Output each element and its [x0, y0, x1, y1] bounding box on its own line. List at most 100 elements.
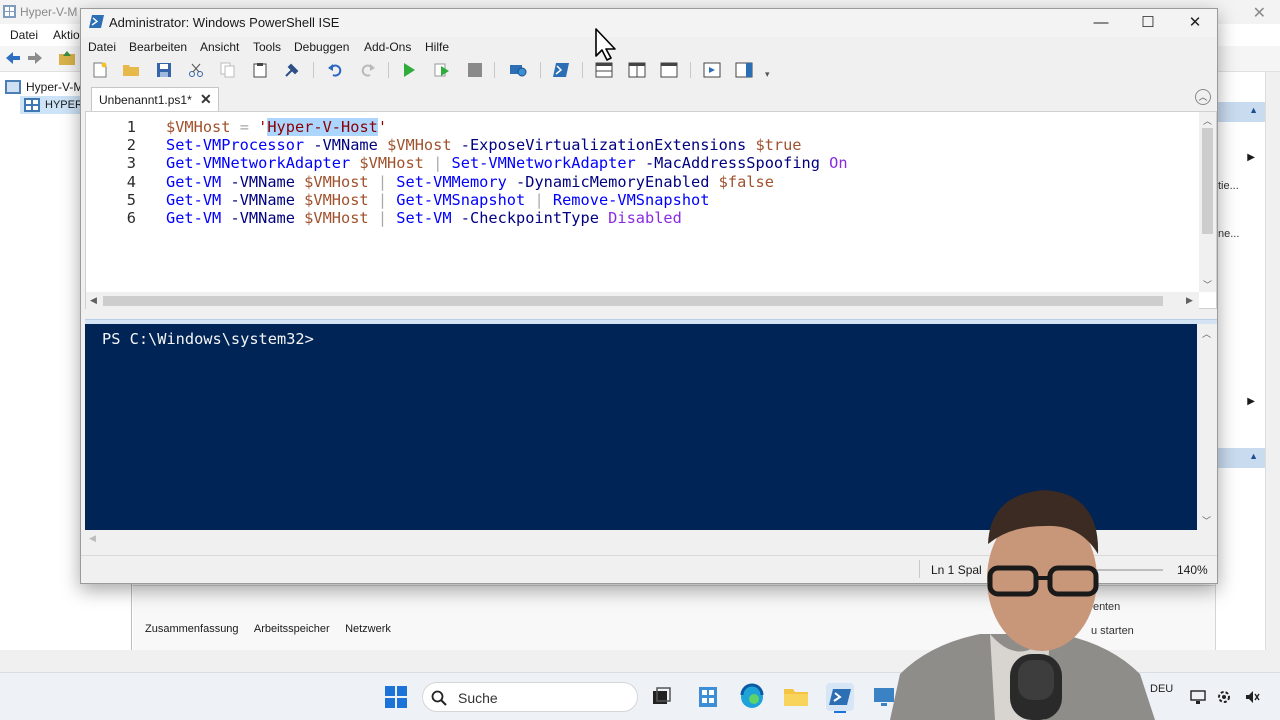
- scroll-up-arrow-icon[interactable]: ︿: [1203, 114, 1212, 127]
- search-label: Suche: [458, 690, 498, 706]
- details-tabs: Zusammenfassung Arbeitsspeicher Netzwerk: [145, 621, 403, 635]
- code-line[interactable]: 5 Get-VM -VMName $VMHost | Get-VMSnapshot…: [86, 191, 1186, 209]
- expand-right-icon-2[interactable]: ▶: [1247, 396, 1255, 407]
- menu-datei[interactable]: Datei: [88, 40, 116, 54]
- minimize-icon[interactable]: —: [1086, 13, 1116, 33]
- start-powershell-icon[interactable]: [551, 60, 571, 80]
- code-text: Get-VM -VMName $VMHost | Set-VM -Checkpo…: [166, 209, 682, 227]
- code-line[interactable]: 3 Get-VMNetworkAdapter $VMHost | Set-VMNe…: [86, 154, 1186, 172]
- powershell-ise-taskbar-icon[interactable]: [824, 681, 856, 713]
- tree-item-hyperv-manager[interactable]: Hyper-V-M: [26, 80, 83, 94]
- code-token: -DynamicMemoryEnabled: [516, 172, 710, 191]
- action-text-1[interactable]: tie...: [1218, 180, 1239, 192]
- hyperv-taskbar-icon[interactable]: [692, 681, 724, 713]
- action-text-2[interactable]: ne...: [1218, 228, 1239, 240]
- collapse-script-pane-icon[interactable]: ︿: [1195, 89, 1211, 105]
- collapse-up-icon-2[interactable]: ▲: [1249, 451, 1258, 461]
- copy-icon[interactable]: [218, 60, 238, 80]
- menu-ansicht[interactable]: Ansicht: [200, 40, 239, 54]
- run-script-icon[interactable]: [399, 60, 419, 80]
- redo-icon[interactable]: [358, 60, 378, 80]
- save-icon[interactable]: [154, 60, 174, 80]
- windows-start-icon[interactable]: [380, 681, 412, 713]
- code-token: -CheckpointType: [460, 209, 599, 227]
- code-token: -VMName: [230, 172, 295, 191]
- remote-powershell-icon[interactable]: [508, 60, 528, 80]
- hyperv-close-icon[interactable]: ✕: [1253, 3, 1266, 23]
- code-token: -MacAddressSpoofing: [644, 154, 820, 173]
- script-editor[interactable]: 1 $VMHost = 'Hyper-V-Host' 2 Set-VMProcesso…: [85, 111, 1217, 309]
- open-folder-icon[interactable]: [121, 60, 141, 80]
- settings-icon[interactable]: [1216, 689, 1232, 705]
- scroll-down-arrow-icon[interactable]: ﹀: [1203, 278, 1212, 291]
- editor-horizontal-scrollbar[interactable]: ◀ ▶: [86, 292, 1199, 309]
- menu-debuggen[interactable]: Debuggen: [294, 40, 349, 54]
- collapse-up-icon[interactable]: ▲: [1249, 105, 1258, 115]
- up-folder-icon[interactable]: [58, 50, 76, 66]
- code-token: Get-VM: [166, 190, 222, 209]
- network-icon[interactable]: [1190, 689, 1206, 705]
- new-file-icon[interactable]: [90, 60, 110, 80]
- scroll-right-arrow-icon[interactable]: ▶: [1186, 295, 1193, 306]
- toolbar-overflow-icon[interactable]: ▾: [765, 69, 770, 80]
- toolbar-separator: [313, 62, 314, 78]
- back-arrow-icon[interactable]: [5, 51, 21, 65]
- code-line[interactable]: 1 $VMHost = 'Hyper-V-Host': [86, 118, 1186, 136]
- show-script-pane-icon[interactable]: [702, 60, 722, 80]
- cut-icon[interactable]: [186, 60, 206, 80]
- layout-top-icon[interactable]: [594, 60, 614, 80]
- hyperv-scrollbar[interactable]: [1265, 72, 1280, 650]
- editor-vscroll-thumb[interactable]: [1202, 128, 1213, 234]
- tab-netzwerk[interactable]: Netzwerk: [345, 623, 391, 635]
- code-line[interactable]: 6 Get-VM -VMName $VMHost | Set-VM -Checkp…: [86, 209, 1186, 227]
- console-scroll-up-icon[interactable]: ︿: [1202, 327, 1211, 340]
- code-token: |: [534, 190, 544, 209]
- layout-right-icon[interactable]: [627, 60, 647, 80]
- editor-vertical-scrollbar[interactable]: ︿ ﹀: [1199, 112, 1216, 292]
- commands-pane-icon[interactable]: [734, 60, 754, 80]
- editor-code-area[interactable]: 1 $VMHost = 'Hyper-V-Host' 2 Set-VMProcesso…: [86, 116, 1196, 286]
- tab-close-icon[interactable]: ✕: [200, 91, 212, 108]
- hyperv-menu-datei[interactable]: Datei: [10, 28, 38, 42]
- speaker-icon[interactable]: [1244, 689, 1260, 705]
- tab-unbenannt1[interactable]: Unbenannt1.ps1* ✕: [91, 87, 219, 111]
- layout-max-icon[interactable]: [659, 60, 679, 80]
- console-scroll-down-icon[interactable]: ﹀: [1202, 514, 1211, 527]
- editor-hscroll-thumb[interactable]: [103, 296, 1163, 306]
- tab-arbeitsspeicher[interactable]: Arbeitsspeicher: [254, 623, 330, 635]
- toolbar-separator: [582, 62, 583, 78]
- menu-bearbeiten[interactable]: Bearbeiten: [129, 40, 187, 54]
- clear-console-icon[interactable]: [282, 60, 302, 80]
- menu-tools[interactable]: Tools: [253, 40, 281, 54]
- code-token: -VMName: [230, 190, 295, 209]
- expand-right-icon[interactable]: ▶: [1247, 152, 1255, 163]
- toolbar-separator: [388, 62, 389, 78]
- code-line[interactable]: 2 Set-VMProcessor -VMName $VMHost -Expose…: [86, 136, 1186, 154]
- menu-add-ons[interactable]: Add-Ons: [364, 40, 411, 54]
- file-explorer-icon[interactable]: [780, 681, 812, 713]
- menu-hilfe[interactable]: Hilfe: [425, 40, 449, 54]
- code-line[interactable]: 4 Get-VM -VMName $VMHost | Set-VMMemory -…: [86, 173, 1186, 191]
- scroll-left-arrow-icon[interactable]: ◀: [90, 295, 97, 306]
- hyperv-title: Hyper-V-M: [20, 5, 78, 19]
- hyperv-menu-aktion[interactable]: Aktio: [53, 28, 80, 42]
- tab-zusammenfassung[interactable]: Zusammenfassung: [145, 623, 239, 635]
- tree-item-hyper-host[interactable]: HYPER: [45, 99, 83, 111]
- stop-icon[interactable]: [465, 60, 485, 80]
- task-view-icon[interactable]: [645, 681, 677, 713]
- run-selection-icon[interactable]: [432, 60, 452, 80]
- undo-icon[interactable]: [325, 60, 345, 80]
- forward-arrow-icon[interactable]: [27, 51, 43, 65]
- edge-browser-icon[interactable]: [736, 681, 768, 713]
- console-scroll-left-icon[interactable]: ◀: [89, 533, 96, 544]
- paste-icon[interactable]: [250, 60, 270, 80]
- console-vertical-scrollbar[interactable]: ︿ ﹀: [1197, 324, 1215, 530]
- maximize-icon[interactable]: ☐: [1133, 13, 1163, 33]
- taskbar-search[interactable]: Suche: [422, 682, 638, 712]
- close-icon[interactable]: ✕: [1180, 13, 1210, 33]
